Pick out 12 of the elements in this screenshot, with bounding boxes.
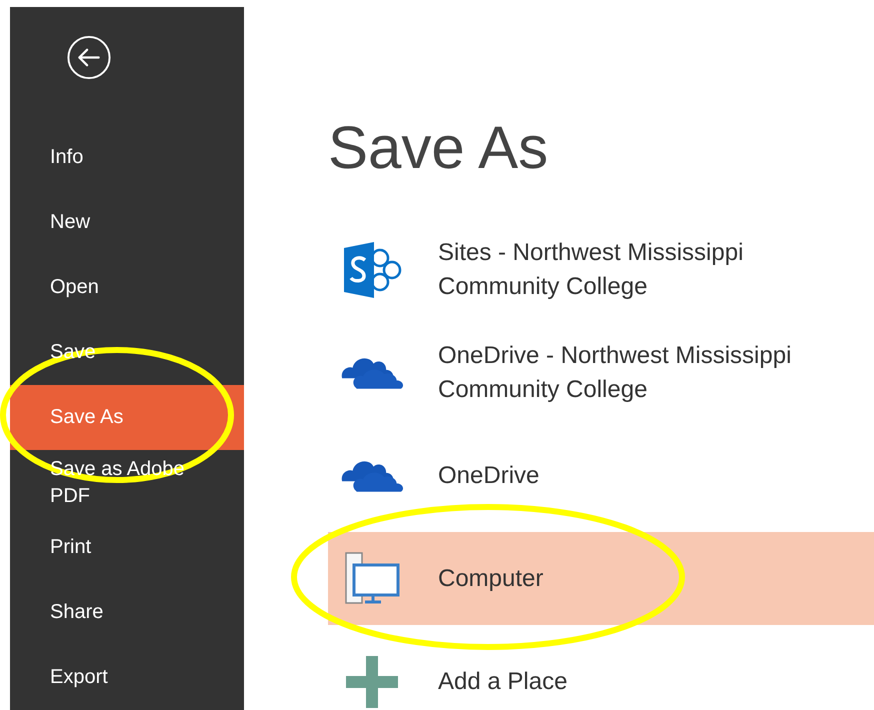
nav-item[interactable]: Share (10, 580, 244, 645)
nav-item[interactable]: Info (10, 125, 244, 190)
place-item[interactable]: Sites - Northwest Mississippi Community College (328, 223, 874, 316)
place-item[interactable]: Computer (328, 532, 874, 625)
place-item[interactable]: OneDrive (328, 429, 874, 522)
nav-item[interactable]: Open (10, 255, 244, 320)
place-item[interactable]: OneDrive - Northwest Mississippi Community College (328, 326, 874, 419)
nav-item[interactable]: New (10, 190, 244, 255)
page-title: Save As (328, 113, 550, 183)
nav-item[interactable]: Print (10, 515, 244, 580)
nav-item[interactable]: Export (10, 645, 244, 710)
place-item[interactable]: Add a Place (328, 635, 874, 710)
